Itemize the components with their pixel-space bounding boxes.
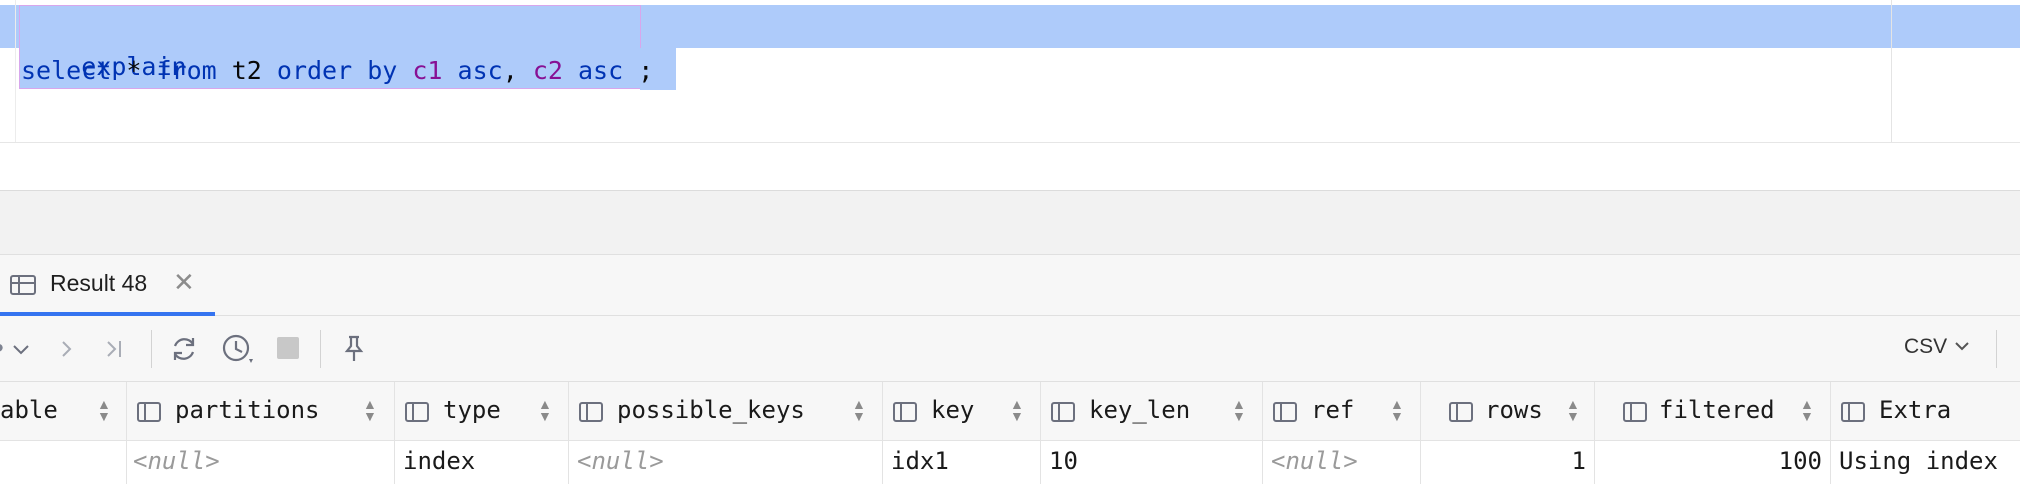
close-icon[interactable]: ✕ bbox=[173, 267, 195, 298]
cell-value: Using index bbox=[1839, 447, 1998, 475]
cell-ref[interactable]: <null> bbox=[1263, 441, 1421, 484]
token-star: * bbox=[111, 56, 157, 85]
column-icon bbox=[579, 402, 603, 422]
chevron-down-icon bbox=[1955, 342, 1969, 351]
column-header-key[interactable]: key ▲ ▼ bbox=[883, 382, 1041, 440]
sort-icon[interactable]: ▲ ▼ bbox=[1010, 397, 1024, 423]
keyword-asc-1: asc bbox=[442, 56, 503, 85]
token-comma: , bbox=[502, 56, 533, 85]
chevron-down-icon[interactable] bbox=[10, 336, 32, 366]
column-name: type bbox=[443, 396, 501, 424]
column-header-ref[interactable]: ref ▲ ▼ bbox=[1263, 382, 1421, 440]
column-name: partitions bbox=[175, 396, 320, 424]
keyword-order-by: order by bbox=[276, 56, 398, 85]
results-tab-bar: Result 48 ✕ bbox=[0, 254, 2020, 316]
table-icon bbox=[10, 275, 36, 295]
column-header-extra[interactable]: Extra bbox=[1831, 382, 2020, 440]
last-icon[interactable] bbox=[102, 336, 128, 366]
cell-value: <null> bbox=[1271, 447, 1358, 475]
column-icon bbox=[137, 402, 161, 422]
sort-icon[interactable]: ▲ ▼ bbox=[97, 397, 111, 423]
result-grid-header: able ▲ ▼ partitions ▲ ▼ type ▲ ▼ possible_k… bbox=[0, 382, 2020, 441]
gutter-divider bbox=[15, 0, 16, 142]
column-name: possible_keys bbox=[617, 396, 805, 424]
keyword-select: select bbox=[21, 56, 112, 85]
pin-icon[interactable] bbox=[340, 334, 368, 370]
column-name: key_len bbox=[1089, 396, 1191, 424]
panel-splitter[interactable] bbox=[0, 190, 2020, 254]
tab-label: Result 48 bbox=[50, 270, 148, 296]
sort-icon[interactable]: ▲ ▼ bbox=[538, 397, 552, 423]
export-format-dropdown[interactable]: CSV bbox=[1904, 335, 1971, 359]
toolbar-separator bbox=[320, 330, 321, 368]
cell-value: 1 bbox=[1571, 447, 1586, 475]
column-c1: c1 bbox=[397, 56, 443, 85]
keyword-asc-2: asc bbox=[562, 56, 624, 85]
tab-result-48[interactable]: Result 48 ✕ bbox=[0, 255, 215, 316]
sort-icon[interactable]: ▲ ▼ bbox=[1232, 397, 1246, 423]
cell-value: index bbox=[403, 447, 476, 475]
column-header-table[interactable]: able ▲ ▼ bbox=[0, 382, 127, 440]
keyword-from: from bbox=[156, 56, 217, 85]
column-header-rows[interactable]: rows ▲ ▼ bbox=[1421, 382, 1595, 440]
toolbar-separator bbox=[1996, 330, 1997, 368]
column-icon bbox=[1449, 402, 1473, 422]
token-table: t2 bbox=[216, 56, 277, 85]
column-name: able bbox=[0, 396, 58, 424]
column-header-partitions[interactable]: partitions ▲ ▼ bbox=[127, 382, 395, 440]
column-name: ref bbox=[1311, 396, 1355, 424]
column-name: filtered bbox=[1659, 396, 1775, 424]
cell-rows[interactable]: 1 bbox=[1421, 441, 1595, 484]
stop-icon[interactable] bbox=[277, 337, 299, 359]
column-icon bbox=[893, 402, 917, 422]
toolbar-separator bbox=[151, 330, 152, 368]
next-icon[interactable] bbox=[55, 336, 77, 366]
column-header-filtered[interactable]: filtered ▲ ▼ bbox=[1595, 382, 1831, 440]
column-header-key-len[interactable]: key_len ▲ ▼ bbox=[1041, 382, 1263, 440]
cell-filtered[interactable]: 100 bbox=[1595, 441, 1831, 484]
column-icon bbox=[1623, 402, 1647, 422]
column-header-possible-keys[interactable]: possible_keys ▲ ▼ bbox=[569, 382, 883, 440]
column-icon bbox=[405, 402, 429, 422]
results-toolbar: • CSV bbox=[0, 316, 2020, 382]
refresh-icon[interactable] bbox=[168, 333, 200, 371]
cell-table[interactable] bbox=[0, 441, 127, 484]
column-header-type[interactable]: type ▲ ▼ bbox=[395, 382, 569, 440]
table-row[interactable]: <null> index <null> idx1 10 <null> 1 100… bbox=[0, 441, 2020, 484]
token-semicolon: ; bbox=[623, 56, 654, 85]
page-size-dot: • bbox=[0, 333, 4, 363]
editor-bottom-border bbox=[0, 142, 2020, 143]
cell-key-len[interactable]: 10 bbox=[1041, 441, 1263, 484]
column-icon bbox=[1841, 402, 1865, 422]
sort-icon[interactable]: ▲ ▼ bbox=[852, 397, 866, 423]
history-icon[interactable] bbox=[221, 333, 255, 371]
export-format-label: CSV bbox=[1904, 335, 1948, 358]
cell-value: 10 bbox=[1049, 447, 1078, 475]
sort-icon[interactable]: ▲ ▼ bbox=[1800, 397, 1814, 423]
column-name: rows bbox=[1485, 396, 1543, 424]
column-name: key bbox=[931, 396, 975, 424]
code-line-2[interactable]: select * from t2 order by c1 asc, c2 asc… bbox=[21, 51, 653, 91]
sql-editor[interactable]: explain select * from t2 order by c1 asc… bbox=[0, 0, 2020, 142]
cell-partitions[interactable]: <null> bbox=[127, 441, 395, 484]
right-margin-guide bbox=[1891, 0, 1892, 142]
cell-key[interactable]: idx1 bbox=[883, 441, 1041, 484]
cell-value: <null> bbox=[133, 447, 220, 475]
cell-possible-keys[interactable]: <null> bbox=[569, 441, 883, 484]
column-icon bbox=[1273, 402, 1297, 422]
cell-value: idx1 bbox=[891, 447, 949, 475]
cell-value: 100 bbox=[1778, 447, 1822, 475]
sort-icon[interactable]: ▲ ▼ bbox=[1566, 397, 1580, 423]
cell-value: <null> bbox=[577, 447, 664, 475]
cell-extra[interactable]: Using index bbox=[1831, 441, 2020, 484]
cell-type[interactable]: index bbox=[395, 441, 569, 484]
column-c2: c2 bbox=[532, 56, 563, 85]
sort-icon[interactable]: ▲ ▼ bbox=[363, 397, 377, 423]
sort-icon[interactable]: ▲ ▼ bbox=[1390, 397, 1404, 423]
column-icon bbox=[1051, 402, 1075, 422]
column-name: Extra bbox=[1879, 396, 1952, 424]
